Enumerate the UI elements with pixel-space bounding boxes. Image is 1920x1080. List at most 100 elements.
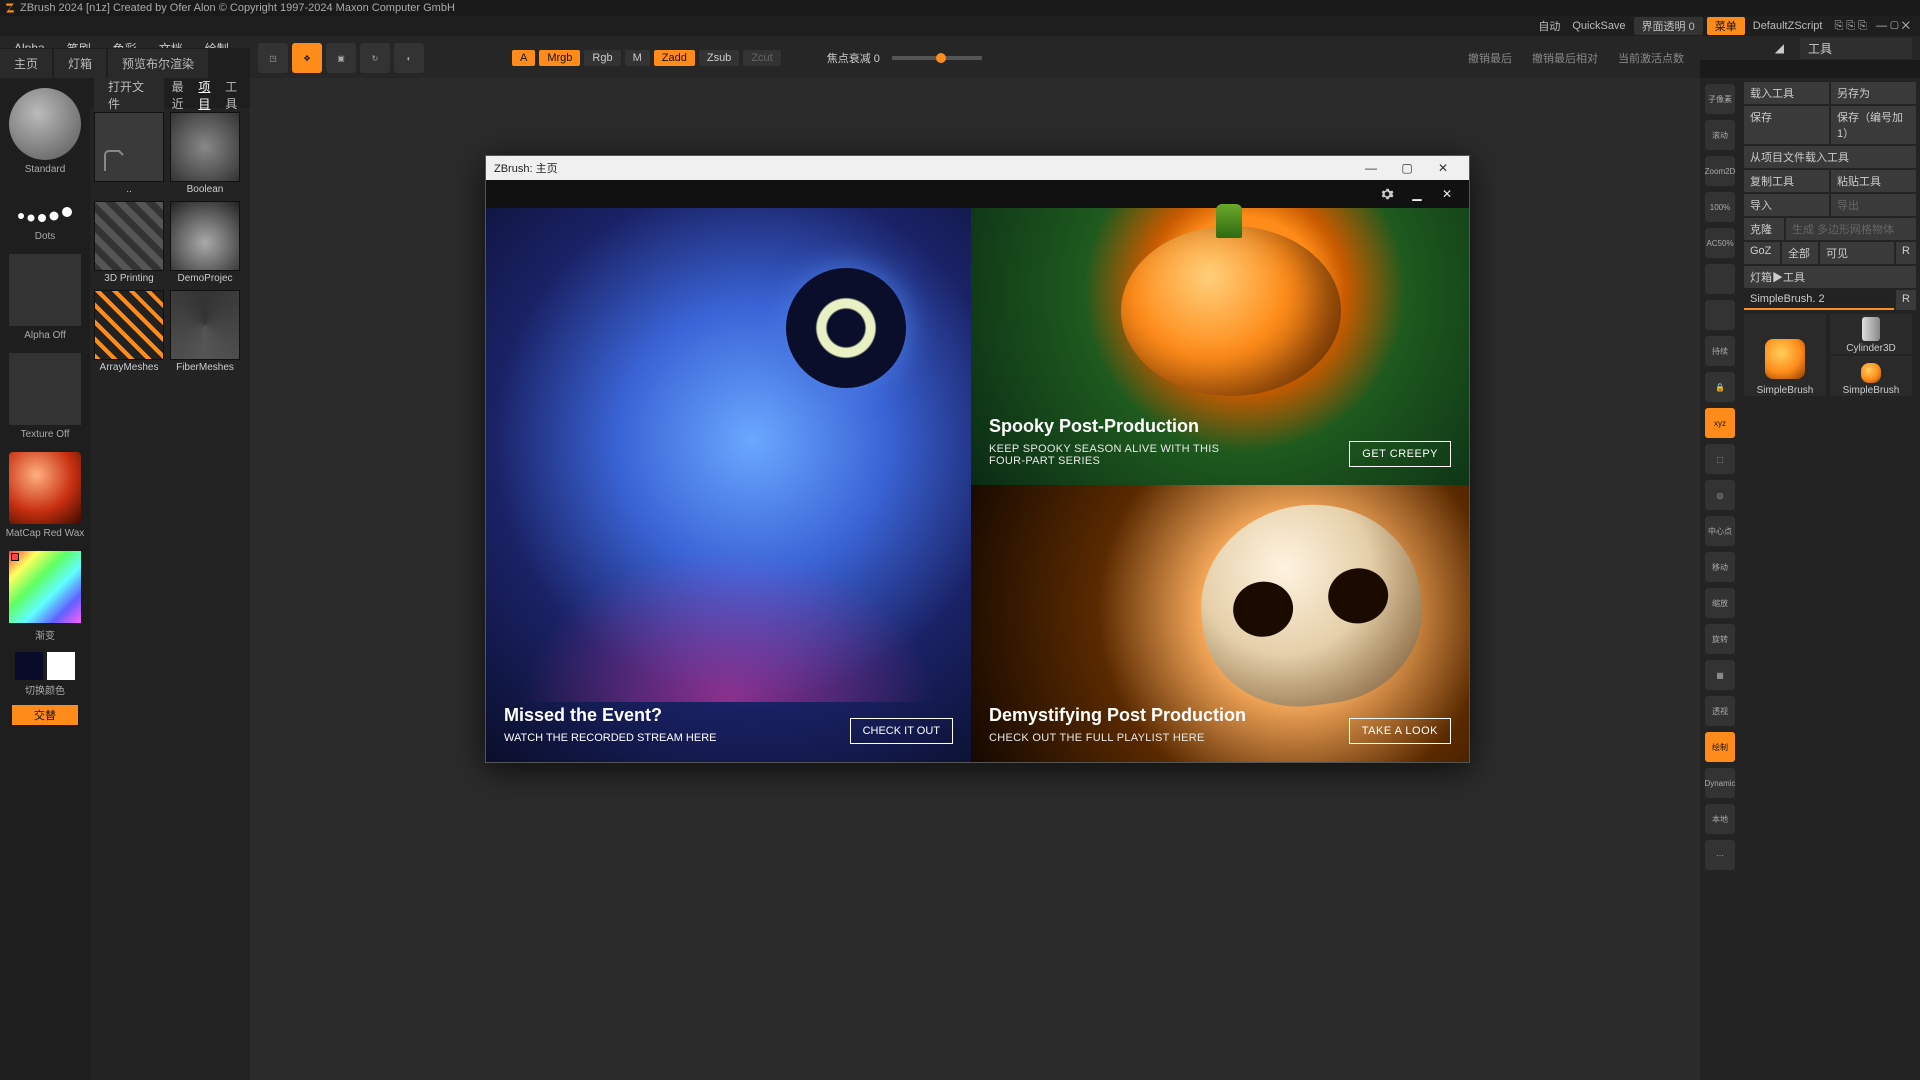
lb-item-boolean[interactable]: Boolean <box>170 112 240 195</box>
texture-thumb[interactable] <box>9 353 81 425</box>
lb-tab-tool[interactable]: 工具 <box>225 78 246 112</box>
shelf-scale[interactable]: 缩放 <box>1705 588 1735 618</box>
shelf-grid-icon[interactable]: ▦ <box>1705 660 1735 690</box>
alpha-thumb[interactable] <box>9 254 81 326</box>
alternate-button[interactable]: 交替 <box>12 705 78 725</box>
shelf-persp[interactable]: 透视 <box>1705 696 1735 726</box>
card-spooky[interactable]: Spooky Post-Production KEEP SPOOKY SEASO… <box>971 208 1469 485</box>
shelf-lock-icon[interactable]: 🔒 <box>1705 372 1735 402</box>
color-picker[interactable] <box>9 551 81 623</box>
focal-shift[interactable]: 焦点衰减 0 <box>819 48 888 68</box>
secondary-color[interactable] <box>15 652 43 680</box>
hero-left[interactable]: Missed the Event? WATCH THE RECORDED STR… <box>486 208 971 762</box>
modal-titlebar[interactable]: ZBrush: 主页 — ▢ ✕ <box>486 156 1469 180</box>
mode-mrgb[interactable]: Mrgb <box>539 50 580 66</box>
mode-zsub[interactable]: Zsub <box>699 50 739 66</box>
sculptris-icon[interactable]: ◐ <box>394 43 424 73</box>
btn-paste-tool[interactable]: 粘贴工具 <box>1831 170 1916 192</box>
lb-item-demo[interactable]: DemoProjec <box>170 201 240 284</box>
shelf-subpixel[interactable]: 子像素 <box>1705 84 1735 114</box>
card1-cta[interactable]: GET CREEPY <box>1349 441 1451 467</box>
material-thumb[interactable] <box>9 452 81 524</box>
btn-goz[interactable]: GoZ <box>1744 242 1780 264</box>
mode-zcut[interactable]: Zcut <box>743 50 780 66</box>
scale-icon[interactable]: ▣ <box>326 43 356 73</box>
btn-copy-tool[interactable]: 复制工具 <box>1744 170 1829 192</box>
modal-max-icon[interactable]: ▢ <box>1389 161 1425 175</box>
hero-left-cta[interactable]: CHECK IT OUT <box>850 718 953 744</box>
palette-title[interactable]: 工具 <box>1800 38 1912 59</box>
stroke-thumb[interactable] <box>9 183 81 231</box>
move-icon[interactable]: ✥ <box>292 43 322 73</box>
ui-transparency[interactable]: 界面透明 0 <box>1634 17 1703 35</box>
btn-goz-all[interactable]: 全部 <box>1782 242 1818 264</box>
mode-zadd[interactable]: Zadd <box>654 50 695 66</box>
palette-pin-icon[interactable]: ◢ <box>1769 39 1790 57</box>
shelf-center[interactable]: 中心点 <box>1705 516 1735 546</box>
shelf-ac50[interactable]: AC50% <box>1705 228 1735 258</box>
tab-bpr[interactable]: 预览布尔渲染 <box>108 49 208 78</box>
tab-home[interactable]: 主页 <box>0 49 52 78</box>
current-tool-name[interactable]: SimpleBrush. 2 <box>1744 290 1894 310</box>
mode-m[interactable]: M <box>625 50 650 66</box>
primary-color[interactable] <box>47 652 75 680</box>
shelf-draw[interactable]: 绘制 <box>1705 732 1735 762</box>
tab-lightbox[interactable]: 灯箱 <box>54 49 106 78</box>
shelf-target-icon[interactable]: ◎ <box>1705 480 1735 510</box>
shelf-frame-icon[interactable]: ⬚ <box>1705 444 1735 474</box>
btn-save[interactable]: 保存 <box>1744 106 1829 144</box>
mode-a[interactable]: A <box>512 50 535 66</box>
tool-thumb-simple2[interactable]: SimpleBrush <box>1830 356 1912 396</box>
window-icons[interactable]: ⎘ ⎘ ⎘ — ▢ ✕ <box>1828 20 1916 33</box>
mode-rgb[interactable]: Rgb <box>584 50 620 66</box>
btn-export[interactable]: 导出 <box>1831 194 1916 216</box>
quicksave-button[interactable]: QuickSave <box>1566 20 1631 32</box>
lb-item-fiber[interactable]: FiberMeshes <box>170 290 240 373</box>
card-demystify[interactable]: Demystifying Post Production CHECK OUT T… <box>971 485 1469 762</box>
shelf-move[interactable]: 移动 <box>1705 552 1735 582</box>
brush-thumb[interactable] <box>9 88 81 160</box>
gear-icon[interactable] <box>1379 186 1395 202</box>
btn-save-plus[interactable]: 保存（编号加 1） <box>1831 106 1916 144</box>
shelf-dynamic[interactable]: Dynamic <box>1705 768 1735 798</box>
rotate-icon[interactable]: ↻ <box>360 43 390 73</box>
btn-clone[interactable]: 克隆 <box>1744 218 1784 240</box>
auto-label[interactable]: 自动 <box>1532 18 1566 34</box>
btn-load-project[interactable]: 从项目文件载入工具 <box>1744 146 1916 168</box>
lb-item-3dprint[interactable]: 3D Printing <box>94 201 164 284</box>
modal-min-icon[interactable]: — <box>1353 161 1389 175</box>
shelf-persist[interactable]: 持续 <box>1705 336 1735 366</box>
btn-tool-r[interactable]: R <box>1896 290 1916 310</box>
btn-import[interactable]: 导入 <box>1744 194 1829 216</box>
default-zscript[interactable]: DefaultZScript <box>1747 20 1829 32</box>
lb-item-array[interactable]: ArrayMeshes <box>94 290 164 373</box>
shelf-100[interactable]: 100% <box>1705 192 1735 222</box>
btn-goz-r[interactable]: R <box>1896 242 1916 264</box>
shelf-local[interactable]: 本地 <box>1705 804 1735 834</box>
shelf-blank2[interactable] <box>1705 300 1735 330</box>
shelf-scroll[interactable]: 滚动 <box>1705 120 1735 150</box>
shelf-xyz[interactable]: xyz <box>1705 408 1735 438</box>
tool-thumb-active[interactable]: SimpleBrush <box>1744 314 1826 396</box>
undo-label[interactable]: 撤销最后 <box>1460 48 1520 68</box>
card2-cta[interactable]: TAKE A LOOK <box>1349 718 1451 744</box>
tool-thumb-cyl[interactable]: Cylinder3D <box>1830 314 1912 354</box>
redo-label[interactable]: 撤销最后相对 <box>1524 48 1606 68</box>
btn-load-tool[interactable]: 载入工具 <box>1744 82 1829 104</box>
swap-color-label[interactable]: 切换颜色 <box>25 682 65 697</box>
gizmo-icon[interactable]: ◳ <box>258 43 288 73</box>
btn-saveas[interactable]: 另存为 <box>1831 82 1916 104</box>
btn-lightbox-tool[interactable]: 灯箱▶工具 <box>1744 266 1916 288</box>
btn-makepoly[interactable]: 生成 多边形网格物体 <box>1786 218 1916 240</box>
menu-toggle[interactable]: 菜单 <box>1707 17 1745 35</box>
lb-tab-recent[interactable]: 最近 <box>172 78 193 112</box>
lb-tab-project[interactable]: 项目 <box>198 78 219 112</box>
shelf-blank1[interactable] <box>1705 264 1735 294</box>
gradient-label[interactable]: 渐变 <box>35 627 55 642</box>
lb-item-up[interactable]: .. <box>94 112 164 195</box>
btn-goz-vis[interactable]: 可见 <box>1820 242 1894 264</box>
modal-close-icon[interactable]: ✕ <box>1425 161 1461 175</box>
shelf-last[interactable]: ⋯ <box>1705 840 1735 870</box>
canvas-area[interactable]: 主页 灯箱 预览布尔渲染 ◳ ✥ ▣ ↻ ◐ A Mrgb Rgb M Zadd… <box>250 78 1700 1080</box>
collapse-icon[interactable]: ▁ <box>1409 186 1425 202</box>
